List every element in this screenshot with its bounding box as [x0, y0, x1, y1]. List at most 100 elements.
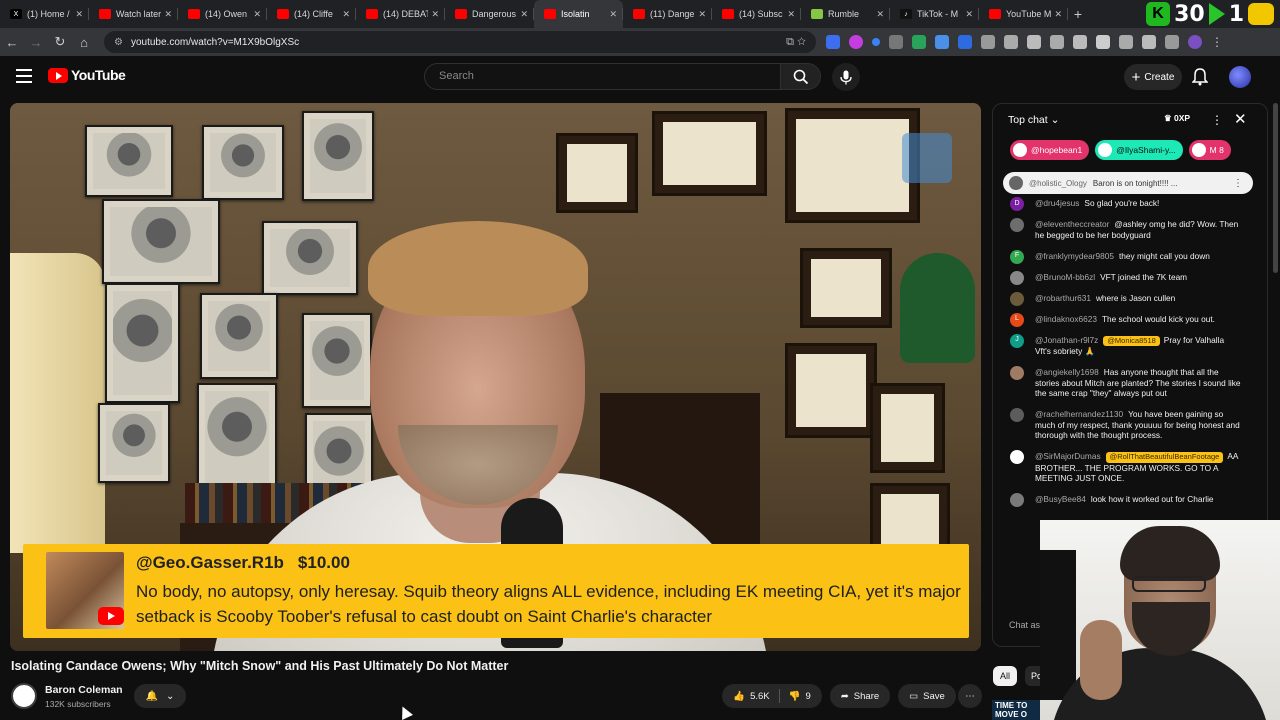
chat-author[interactable]: @angiekelly1698 [1035, 367, 1099, 377]
chat-author[interactable]: @BrunoM-bb6zl [1035, 272, 1095, 282]
chat-avatar[interactable]: D [1010, 197, 1024, 211]
chat-author[interactable]: @rachelhernandez1130 [1035, 409, 1123, 419]
extension-icon[interactable] [1073, 35, 1087, 49]
pinned-user-chip[interactable]: @IlyaShami-y... [1095, 140, 1183, 160]
extension-icon[interactable] [912, 35, 926, 49]
url-field[interactable]: ⚙ youtube.com/watch?v=M1X9bOlgXSc ⧉ ☆ [104, 31, 816, 53]
chat-message[interactable]: J @Jonathan-r9l7z @Monica8518 Pray for Valh… [993, 333, 1267, 357]
page-scrollbar[interactable] [1273, 103, 1278, 273]
home-icon[interactable]: ⌂ [72, 35, 96, 50]
chat-message[interactable]: @BusyBee84 look how it worked out for Cha… [993, 493, 1267, 507]
browser-tab[interactable]: Isolatin ✕ [534, 0, 623, 28]
menu-kebab-icon[interactable]: ⋮ [1211, 35, 1225, 49]
chat-message[interactable]: D @dru4jesus So glad you're back! [993, 197, 1267, 211]
reload-icon[interactable]: ↻ [48, 34, 72, 50]
mask-icon[interactable] [1248, 3, 1274, 25]
browser-tab[interactable]: YouTube M ✕ [979, 0, 1068, 28]
channel-avatar[interactable] [11, 683, 37, 709]
close-tab-icon[interactable]: ✕ [342, 9, 350, 20]
like-count[interactable]: 5.6K [750, 691, 770, 702]
chat-message[interactable]: @angiekelly1698 Has anyone thought that a… [993, 366, 1267, 399]
close-tab-icon[interactable]: ✕ [787, 9, 795, 20]
chat-message[interactable]: @rachelhernandez1130 You have been gainin… [993, 408, 1267, 441]
search-button[interactable] [781, 63, 821, 90]
dislike-count[interactable]: 9 [805, 691, 810, 702]
youtube-logo[interactable]: YouTube [48, 67, 126, 83]
chat-author[interactable]: @BusyBee84 [1035, 494, 1086, 504]
chat-avatar[interactable]: F [1010, 249, 1024, 264]
chat-avatar[interactable] [1010, 366, 1024, 380]
green-k-icon[interactable]: K [1146, 2, 1171, 26]
chat-avatar[interactable] [1010, 408, 1024, 422]
close-tab-icon[interactable]: ✕ [698, 9, 706, 20]
chat-message[interactable]: @eleventheccreator @ashley omg he did? Wo… [993, 218, 1267, 240]
notifications-bell-icon[interactable] [1191, 68, 1209, 91]
chat-avatar[interactable] [1010, 493, 1024, 507]
close-tab-icon[interactable]: ✕ [253, 9, 261, 20]
voice-search-button[interactable] [832, 63, 860, 91]
profile-avatar[interactable] [1188, 35, 1202, 49]
back-icon[interactable]: ← [0, 35, 24, 50]
save-button[interactable]: ▭ Save [898, 684, 956, 708]
browser-tab[interactable]: ♪ TikTok - M ✕ [890, 0, 979, 28]
pinned-message[interactable]: @holistic_Ology Baron is on tonight!!!! … [1003, 172, 1253, 194]
browser-tab[interactable]: (14) DEBAT ✕ [356, 0, 445, 28]
chat-message[interactable]: @BrunoM-bb6zl VFT joined the 7K team [993, 270, 1267, 285]
extension-icon[interactable] [935, 35, 949, 49]
extension-icon[interactable] [1027, 35, 1041, 49]
search-input[interactable]: Search [424, 63, 781, 90]
thumbs-down-icon[interactable]: 👎 [789, 691, 801, 702]
chat-author[interactable]: @Jonathan-r9l7z [1035, 335, 1098, 345]
chat-author[interactable]: @robarthur631 [1035, 293, 1091, 303]
bookmark-star-icon[interactable]: ⧉ ☆ [786, 36, 806, 49]
channel-name[interactable]: Baron Coleman [45, 684, 123, 696]
menu-hamburger-icon[interactable] [16, 69, 32, 83]
extension-icon[interactable] [1165, 35, 1179, 49]
browser-tab[interactable]: (14) Cliffe ✕ [267, 0, 356, 28]
close-tab-icon[interactable]: ✕ [876, 9, 884, 20]
thumbs-up-icon[interactable]: 👍 [733, 691, 745, 702]
close-tab-icon[interactable]: ✕ [609, 9, 617, 20]
more-actions-button[interactable]: ⋯ [958, 684, 982, 708]
chat-avatar[interactable] [1010, 291, 1024, 306]
browser-tab[interactable]: X (1) Home / ✕ [0, 0, 89, 28]
chat-avatar[interactable]: L [1010, 312, 1024, 327]
extension-icon[interactable] [826, 35, 840, 49]
chat-author[interactable]: @lindaknox6623 [1035, 314, 1097, 324]
close-tab-icon[interactable]: ✕ [164, 9, 172, 20]
pinned-message-menu-icon[interactable]: ⋮ [1233, 178, 1243, 189]
extension-icon[interactable] [849, 35, 863, 49]
chat-menu-icon[interactable]: ⋮ [1211, 113, 1223, 127]
promo-thumbnail[interactable]: TIME TO MOVE O [992, 700, 1040, 720]
chat-message[interactable]: F @franklymydear9805 they might call you d… [993, 249, 1267, 264]
extension-icon[interactable] [981, 35, 995, 49]
chat-avatar[interactable]: J [1010, 333, 1024, 348]
browser-tab[interactable]: (14) Subsc ✕ [712, 0, 801, 28]
chat-message[interactable]: L @lindaknox6623 The school would kick you… [993, 312, 1267, 327]
chat-author[interactable]: @franklymydear9805 [1035, 251, 1114, 261]
video-player[interactable]: @Geo.Gasser.R1b $10.00 No body, no autops… [10, 103, 981, 651]
xp-badge[interactable]: ♛ 0XP [1164, 113, 1190, 124]
extension-icon[interactable] [1050, 35, 1064, 49]
pinned-user-chip[interactable]: @hopebean1 [1010, 140, 1090, 160]
close-tab-icon[interactable]: ✕ [520, 9, 528, 20]
chat-input[interactable]: Chat as [1009, 620, 1040, 630]
close-tab-icon[interactable]: ✕ [965, 9, 973, 20]
extension-icon[interactable] [1004, 35, 1018, 49]
browser-tab[interactable]: Rumble ✕ [801, 0, 890, 28]
chat-author[interactable]: @SirMajorDumas [1035, 451, 1101, 461]
close-tab-icon[interactable]: ✕ [431, 9, 439, 20]
channel-watermark[interactable] [902, 133, 952, 183]
chat-message[interactable]: @robarthur631 where is Jason cullen [993, 291, 1267, 306]
filter-chip-all[interactable]: All [993, 666, 1017, 686]
chat-author[interactable]: @eleventheccreator [1035, 219, 1109, 229]
site-info-icon[interactable]: ⚙ [114, 37, 123, 48]
chat-author[interactable]: @dru4jesus [1035, 198, 1079, 208]
chat-message[interactable]: @SirMajorDumas @RollThatBeautifulBeanFoot… [993, 450, 1267, 484]
account-avatar[interactable] [1229, 66, 1251, 88]
close-chat-icon[interactable]: ✕ [1234, 110, 1247, 128]
new-tab-button[interactable]: + [1068, 6, 1088, 22]
browser-tab[interactable]: Watch later ✕ [89, 0, 178, 28]
pinned-user-chip[interactable]: M 8 [1188, 140, 1231, 160]
extension-icon[interactable] [872, 38, 880, 46]
